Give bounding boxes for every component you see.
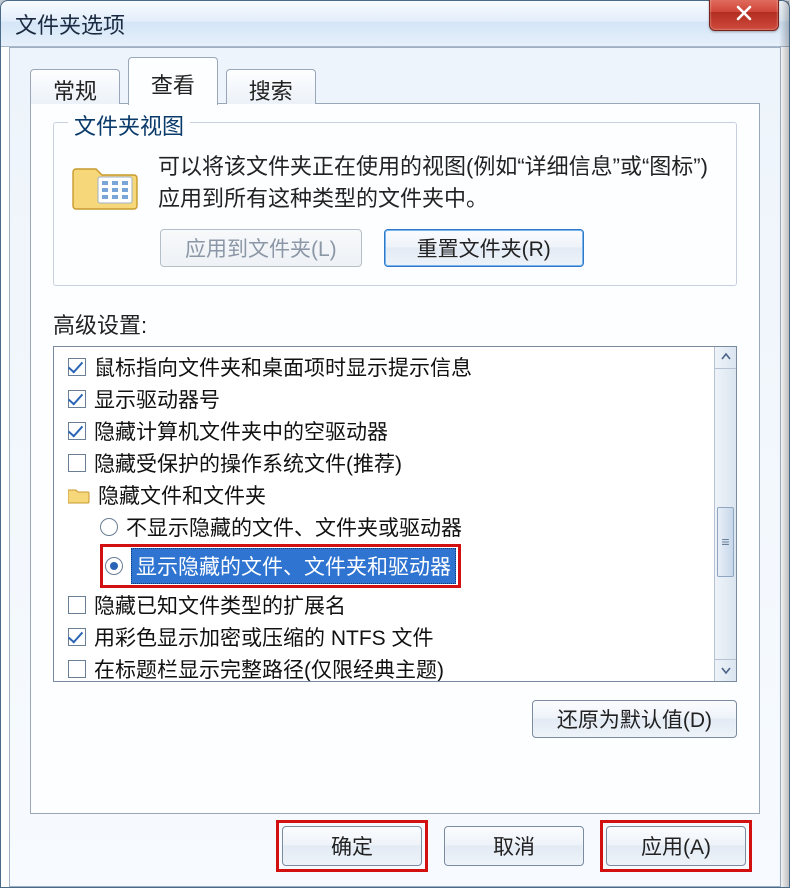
tab-view[interactable]: 查看 — [128, 57, 218, 105]
folder-options-dialog: 文件夹选项 常规 查看 搜索 文件夹视图 — [0, 0, 790, 888]
scroll-up-button[interactable] — [715, 347, 736, 369]
cancel-button[interactable]: 取消 — [444, 826, 584, 866]
list-item[interactable]: 显示隐藏的文件、文件夹和驱动器 — [60, 543, 712, 589]
scroll-down-button[interactable] — [715, 659, 736, 681]
restore-defaults-row: 还原为默认值(D) — [53, 700, 737, 738]
list-item[interactable]: 不显示隐藏的文件、文件夹或驱动器 — [60, 511, 712, 543]
item-label: 隐藏已知文件类型的扩展名 — [94, 590, 346, 620]
scrollbar[interactable] — [714, 347, 736, 681]
button-label: 取消 — [493, 831, 535, 861]
reset-folders-button[interactable]: 重置文件夹(R) — [384, 229, 584, 267]
advanced-settings-label: 高级设置: — [53, 308, 737, 340]
checkbox[interactable] — [68, 596, 86, 614]
checkbox[interactable] — [68, 422, 86, 440]
radio[interactable] — [100, 518, 118, 536]
folder-icon — [72, 155, 140, 213]
tree-group: 隐藏文件和文件夹 — [60, 479, 712, 511]
item-label: 显示隐藏的文件、文件夹和驱动器 — [131, 548, 456, 584]
folder-views-buttons: 应用到文件夹(L) 重置文件夹(R) — [160, 229, 718, 267]
folder-views-row: 可以将该文件夹正在使用的视图(例如“详细信息”或“图标”)应用到所有这种类型的文… — [72, 151, 718, 215]
titlebar: 文件夹选项 — [1, 1, 789, 47]
highlight-box: 显示隐藏的文件、文件夹和驱动器 — [100, 544, 461, 588]
item-label: 隐藏文件和文件夹 — [98, 480, 266, 510]
apply-button[interactable]: 应用(A) — [606, 826, 746, 866]
chevron-up-icon — [721, 352, 731, 362]
checkbox[interactable] — [68, 454, 86, 472]
button-label: 应用(A) — [641, 831, 711, 861]
item-label: 在标题栏显示完整路径(仅限经典主题) — [94, 654, 444, 681]
list-item[interactable]: 隐藏已知文件类型的扩展名 — [60, 589, 712, 621]
dialog-button-row: 确定 取消 应用(A) — [276, 820, 752, 872]
window-title: 文件夹选项 — [15, 8, 125, 40]
client-area: 常规 查看 搜索 文件夹视图 — [9, 47, 781, 887]
checkbox[interactable] — [68, 628, 86, 646]
item-label: 显示驱动器号 — [94, 384, 220, 414]
tab-label: 搜索 — [249, 74, 293, 106]
tab-page-view: 文件夹视图 可以将该文件夹正在使用的视图(例如“详细信息”或“图标”)应用到所有… — [30, 104, 760, 814]
group-title: 文件夹视图 — [68, 109, 190, 141]
advanced-settings-box: 鼠标指向文件夹和桌面项时显示提示信息显示驱动器号隐藏计算机文件夹中的空驱动器隐藏… — [53, 346, 737, 682]
tab-label: 常规 — [53, 74, 97, 106]
list-item[interactable]: 显示驱动器号 — [60, 383, 712, 415]
folder-views-description: 可以将该文件夹正在使用的视图(例如“详细信息”或“图标”)应用到所有这种类型的文… — [158, 151, 718, 215]
button-label: 应用到文件夹(L) — [185, 233, 337, 263]
advanced-settings-list[interactable]: 鼠标指向文件夹和桌面项时显示提示信息显示驱动器号隐藏计算机文件夹中的空驱动器隐藏… — [54, 347, 714, 681]
item-label: 不显示隐藏的文件、文件夹或驱动器 — [126, 512, 462, 542]
chevron-down-icon — [721, 665, 731, 675]
list-item[interactable]: 在标题栏显示完整路径(仅限经典主题) — [60, 653, 712, 681]
checkbox[interactable] — [68, 358, 86, 376]
list-item[interactable]: 用彩色显示加密或压缩的 NTFS 文件 — [60, 621, 712, 653]
item-label: 隐藏受保护的操作系统文件(推荐) — [94, 448, 402, 478]
apply-to-folders-button: 应用到文件夹(L) — [160, 229, 362, 267]
folder-views-group: 文件夹视图 可以将该文件夹正在使用的视图(例如“详细信息”或“图标”)应用到所有… — [53, 122, 737, 286]
list-item[interactable]: 鼠标指向文件夹和桌面项时显示提示信息 — [60, 351, 712, 383]
item-label: 鼠标指向文件夹和桌面项时显示提示信息 — [94, 352, 472, 382]
scroll-thumb[interactable] — [717, 507, 734, 577]
apply-button-highlight: 应用(A) — [600, 820, 752, 872]
close-button[interactable] — [709, 0, 779, 31]
checkbox[interactable] — [68, 390, 86, 408]
list-item[interactable]: 隐藏计算机文件夹中的空驱动器 — [60, 415, 712, 447]
checkbox[interactable] — [68, 660, 86, 678]
button-label: 重置文件夹(R) — [417, 233, 551, 263]
close-icon — [734, 3, 754, 23]
folder-icon — [68, 486, 90, 504]
item-label: 隐藏计算机文件夹中的空驱动器 — [94, 416, 388, 446]
ok-button[interactable]: 确定 — [282, 826, 422, 866]
list-item[interactable]: 隐藏受保护的操作系统文件(推荐) — [60, 447, 712, 479]
restore-defaults-button[interactable]: 还原为默认值(D) — [532, 700, 737, 738]
ok-button-highlight: 确定 — [276, 820, 428, 872]
tab-label: 查看 — [151, 68, 195, 100]
tab-strip: 常规 查看 搜索 — [30, 62, 760, 104]
radio[interactable] — [105, 557, 123, 575]
item-label: 用彩色显示加密或压缩的 NTFS 文件 — [94, 622, 434, 652]
button-label: 还原为默认值(D) — [557, 704, 712, 734]
button-label: 确定 — [331, 831, 373, 861]
